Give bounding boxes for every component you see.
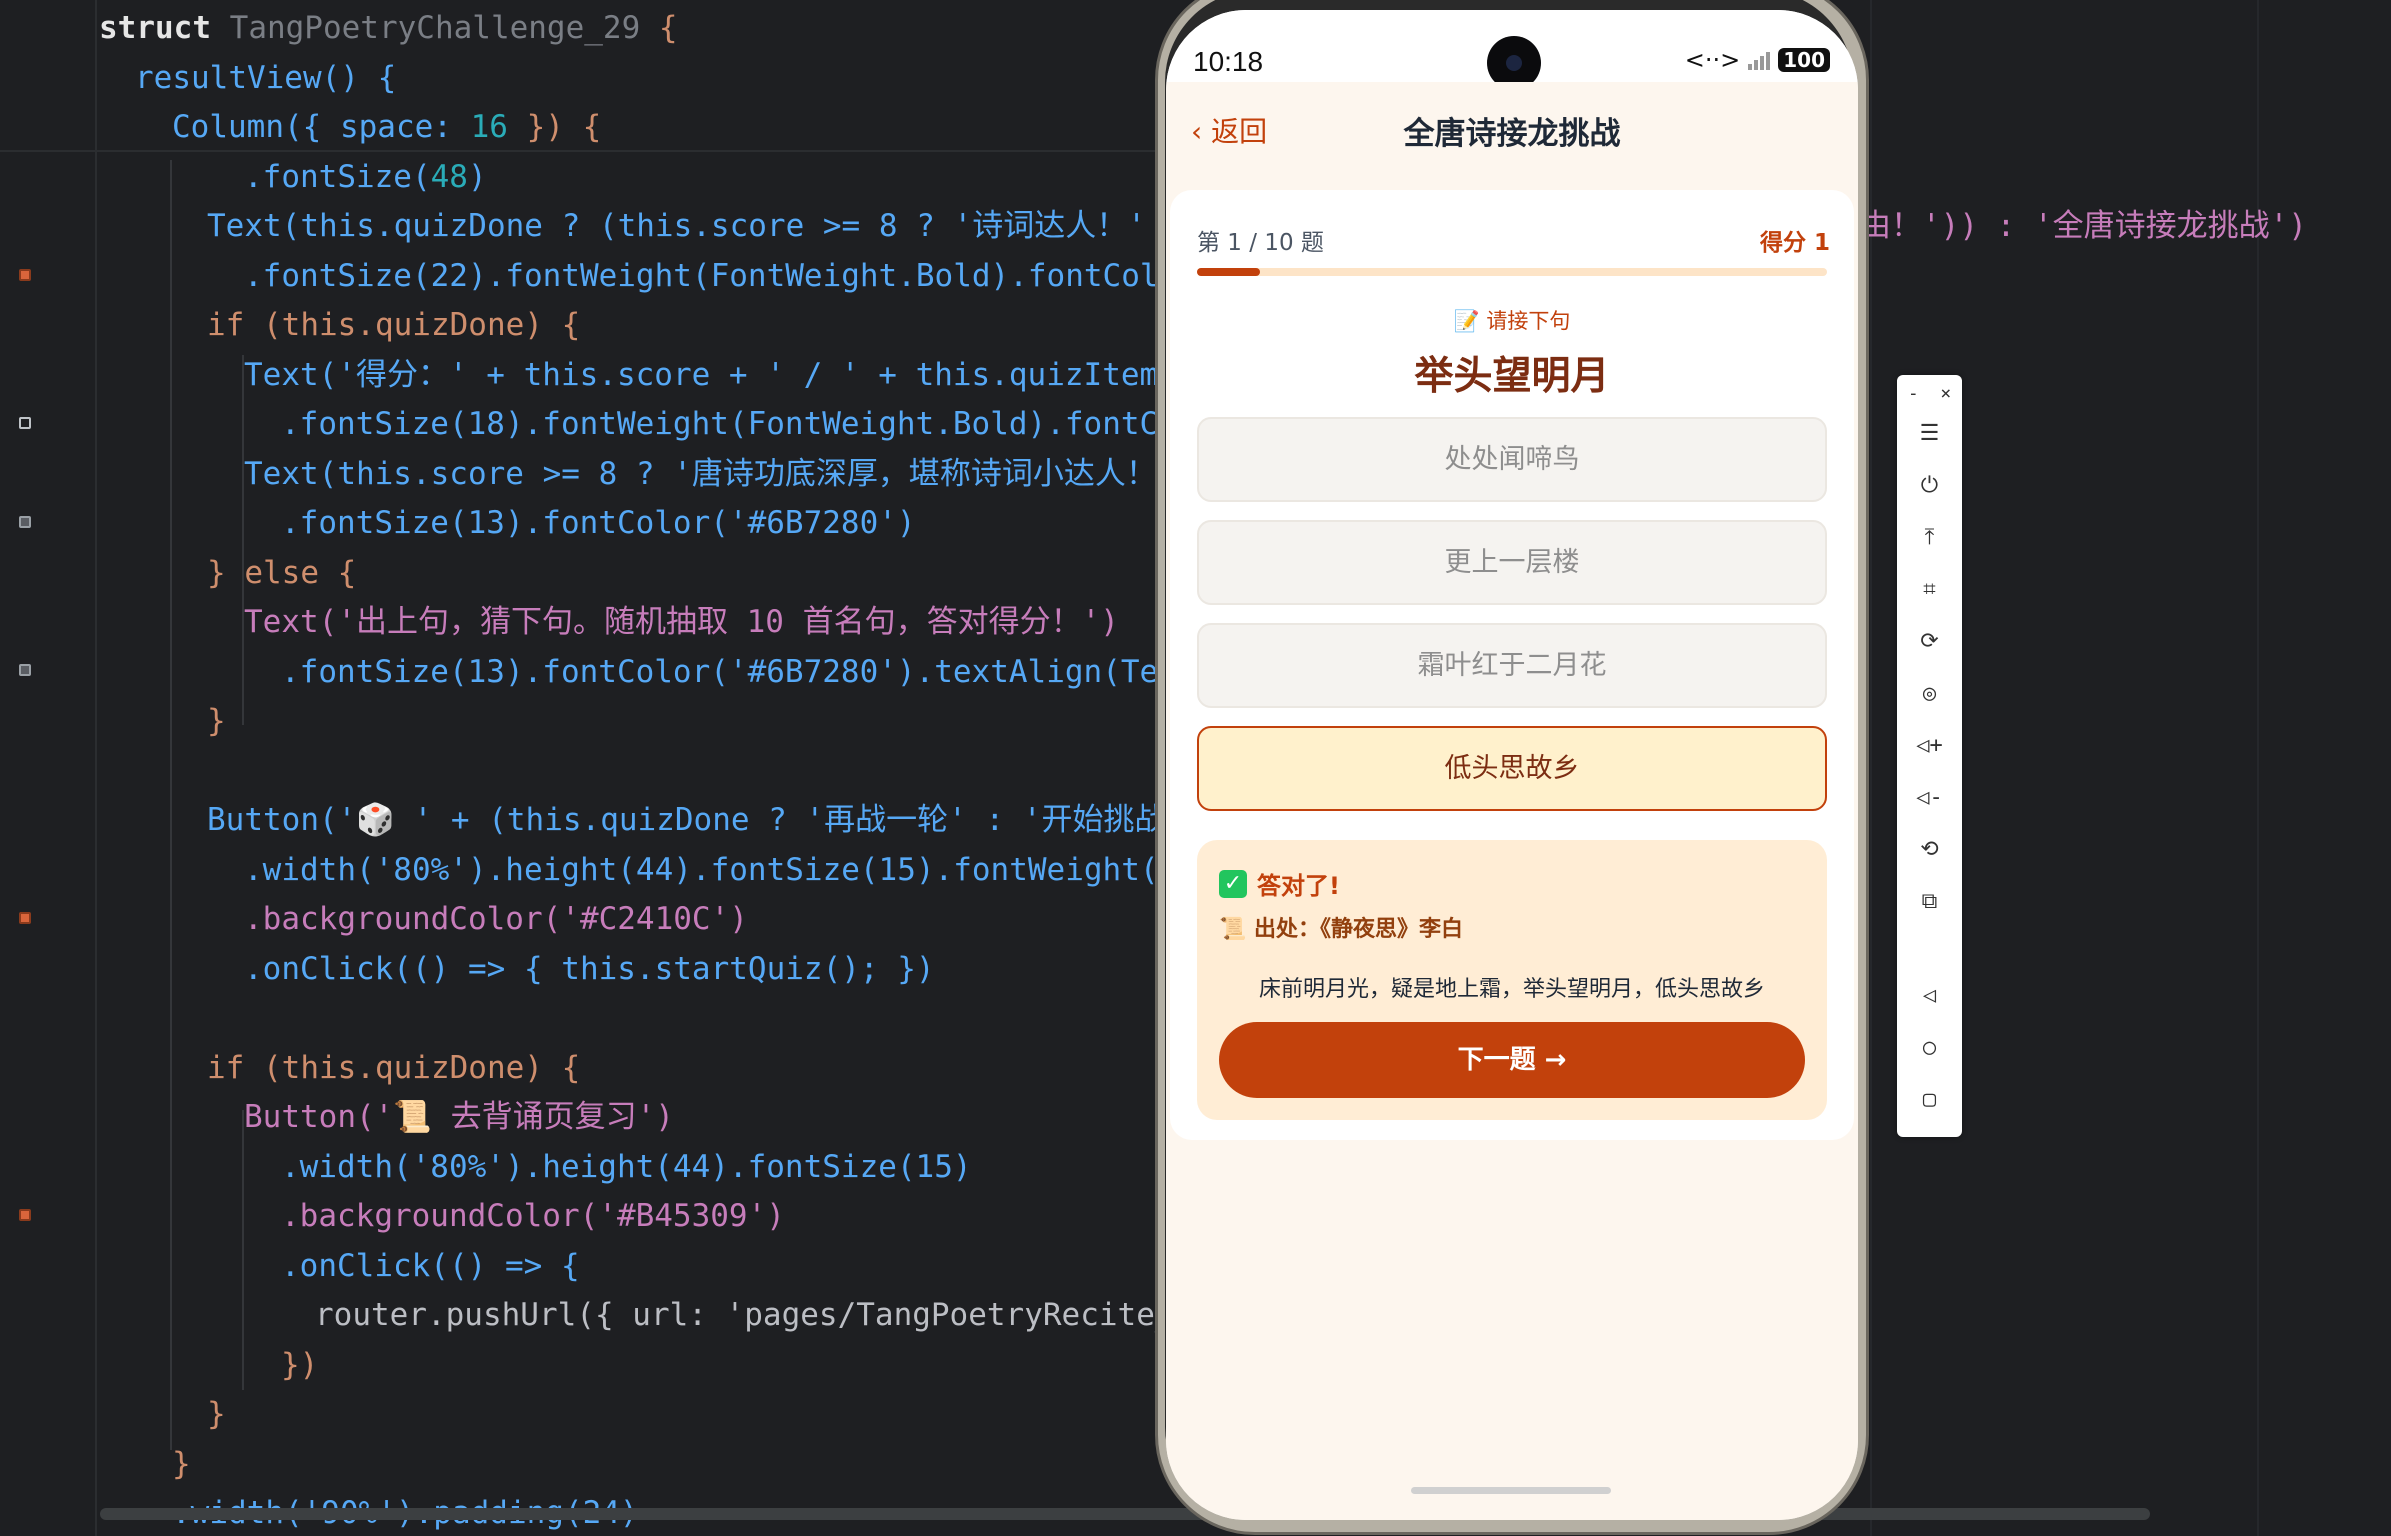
home-icon[interactable]: ○ (1897, 1035, 1962, 1060)
separator-line (0, 150, 1190, 152)
battery-icon: 100 (1778, 48, 1830, 72)
network-icon: <··> (1684, 46, 1741, 74)
code-line: } (172, 1446, 191, 1482)
code-line: .fontSize(13).fontColor('#6B7280') (281, 505, 916, 541)
phone-screen: 10:18 <··> 100 ‹ 返回 全唐诗接龙挑战 第 1 / 10 题 得… (1166, 10, 1858, 1520)
progress-bar (1197, 268, 1827, 276)
fold-marker[interactable] (19, 417, 31, 429)
hint-label: 📝 请接下句 (1453, 309, 1571, 333)
code-line: Button('🎲 ' + (this.quizDone ? '再战一轮' : … (207, 802, 1185, 838)
page-title: 全唐诗接龙挑战 (1403, 116, 1621, 152)
toolbar-window-controls: - × (1897, 383, 1962, 404)
menu-icon[interactable]: ☰ (1897, 421, 1962, 446)
code-line: }) (281, 1347, 319, 1383)
close-button[interactable]: × (1940, 383, 1951, 404)
code-token: .fontSize( (244, 159, 431, 195)
next-question-button[interactable]: 下一题 → (1219, 1022, 1805, 1098)
code-line: Text('得分：' + this.score + ' / ' + this.q… (244, 357, 1196, 393)
code-number: 16 (470, 109, 508, 145)
answer-option[interactable]: 更上一层楼 (1197, 520, 1827, 605)
code-line: resultView() { (135, 60, 397, 96)
code-token: ) (467, 159, 487, 195)
score-label: 得分 1 (1759, 230, 1830, 256)
full-poem-text: 床前明月光，疑是地上霜，举头望明月，低头思故乡 (1258, 977, 1765, 1002)
code-line: .fontSize(13).fontColor('#6B7280').textA… (281, 654, 1196, 690)
status-icons: <··> 100 (1685, 46, 1830, 74)
power-icon[interactable]: ⏻ (1897, 473, 1962, 498)
code-line-overflow: 由！')) : '全唐诗接龙挑战') (1860, 208, 2307, 244)
screenshot-icon[interactable]: ◎ (1897, 681, 1962, 706)
volume-up-icon[interactable]: ◁+ (1897, 733, 1962, 758)
code-line: .fontSize(18).fontWeight(FontWeight.Bold… (281, 406, 1196, 442)
code-line: Text(this.score >= 8 ? '唐诗功底深厚，堪称诗词小达人！' (244, 456, 1176, 492)
indent-guide (242, 1110, 244, 1390)
code-line: .width('80%').height(44).fontSize(15) (281, 1149, 972, 1185)
code-line: } else { (207, 555, 357, 591)
progress-fill (1197, 268, 1260, 276)
answer-option[interactable]: 处处闻啼鸟 (1197, 417, 1827, 502)
indent-guide (170, 160, 172, 1450)
code-token: { (640, 10, 678, 46)
code-line: .width('80%').height(44).fontSize(15).fo… (244, 852, 1196, 888)
code-line: Text(this.quizDone ? (this.score >= 8 ? … (207, 208, 1202, 244)
emulator-toolbar: - × ☰ ⏻ ⤒ ⌗ ⟳ ◎ ◁+ ◁- ⟲ ⧉ ◁ ○ ▢ (1897, 375, 1962, 1137)
check-icon: ✓ (1219, 869, 1247, 898)
feedback-title: ✓ 答对了! (1219, 866, 1340, 901)
app-bar: ‹ 返回 全唐诗接龙挑战 (1166, 82, 1858, 182)
breakpoint-marker[interactable] (19, 269, 31, 281)
code-line: .fontSize(22).fontWeight(FontWeight.Bold… (244, 258, 1196, 294)
indent-guide (242, 355, 244, 725)
recent-icon[interactable]: ▢ (1897, 1087, 1962, 1112)
code-line: .backgroundColor('#C2410C') (244, 901, 748, 937)
answer-option[interactable]: 霜叶红于二月花 (1197, 623, 1827, 708)
code-line: if (this.quizDone) { (207, 307, 581, 343)
progress-label: 第 1 / 10 题 (1197, 230, 1324, 256)
code-line: .onClick(() => { (281, 1248, 580, 1284)
breakpoint-marker[interactable] (19, 1209, 31, 1221)
home-indicator[interactable] (1411, 1487, 1611, 1494)
signal-icon (1748, 50, 1771, 70)
code-line: if (this.quizDone) { (207, 1050, 581, 1086)
code-line: Button('📜 去背诵页复习') (244, 1099, 674, 1135)
multi-screen-icon[interactable]: ⧉ (1897, 889, 1962, 914)
code-token: Column({ space: (172, 109, 471, 145)
code-struct-name: TangPoetryChallenge_29 (229, 10, 641, 46)
code-line: } (207, 1396, 226, 1432)
code-line: .backgroundColor('#B45309') (281, 1198, 785, 1234)
indent-guide (95, 0, 97, 1536)
status-time: 10:18 (1193, 46, 1264, 77)
first-line-text: 举头望明月 (1414, 354, 1610, 399)
code-number: 48 (430, 159, 468, 195)
back-icon[interactable]: ◁ (1897, 983, 1962, 1008)
shake-icon[interactable]: ⟲ (1897, 837, 1962, 862)
status-bar: 10:18 <··> 100 (1166, 10, 1858, 90)
code-token: }) { (507, 109, 602, 145)
feedback-source: 📜 出处：《静夜思》李白 (1219, 917, 1464, 942)
code-line: struct TangPoetryChallenge_29 { (99, 8, 678, 48)
code-line: .onClick(() => { this.startQuiz(); }) (244, 951, 935, 987)
code-line: Text('出上句，猜下句。随机抽取 10 首名句，答对得分！') (244, 604, 1119, 640)
answer-option-correct[interactable]: 低头思故乡 (1197, 726, 1827, 811)
code-line: router.pushUrl({ url: 'pages/TangPoetryR… (315, 1297, 1193, 1333)
breakpoint-marker[interactable] (19, 912, 31, 924)
crop-icon[interactable]: ⌗ (1897, 577, 1962, 602)
editor-gutter (0, 0, 56, 1536)
code-line: .fontSize(48) (244, 157, 487, 197)
fold-marker[interactable] (19, 516, 31, 528)
volume-down-icon[interactable]: ◁- (1897, 785, 1962, 810)
pin-top-icon[interactable]: ⤒ (1897, 525, 1962, 550)
feedback-title-text: 答对了! (1257, 872, 1340, 900)
code-line: Column({ space: 16 }) { (172, 107, 601, 147)
fold-marker[interactable] (19, 664, 31, 676)
minimize-button[interactable]: - (1908, 383, 1919, 404)
code-line: } (207, 703, 226, 739)
rotate-icon[interactable]: ⟳ (1897, 629, 1962, 654)
feedback-panel: ✓ 答对了! 📜 出处：《静夜思》李白 床前明月光，疑是地上霜，举头望明月，低头思… (1197, 840, 1827, 1120)
code-keyword: struct (99, 10, 211, 46)
